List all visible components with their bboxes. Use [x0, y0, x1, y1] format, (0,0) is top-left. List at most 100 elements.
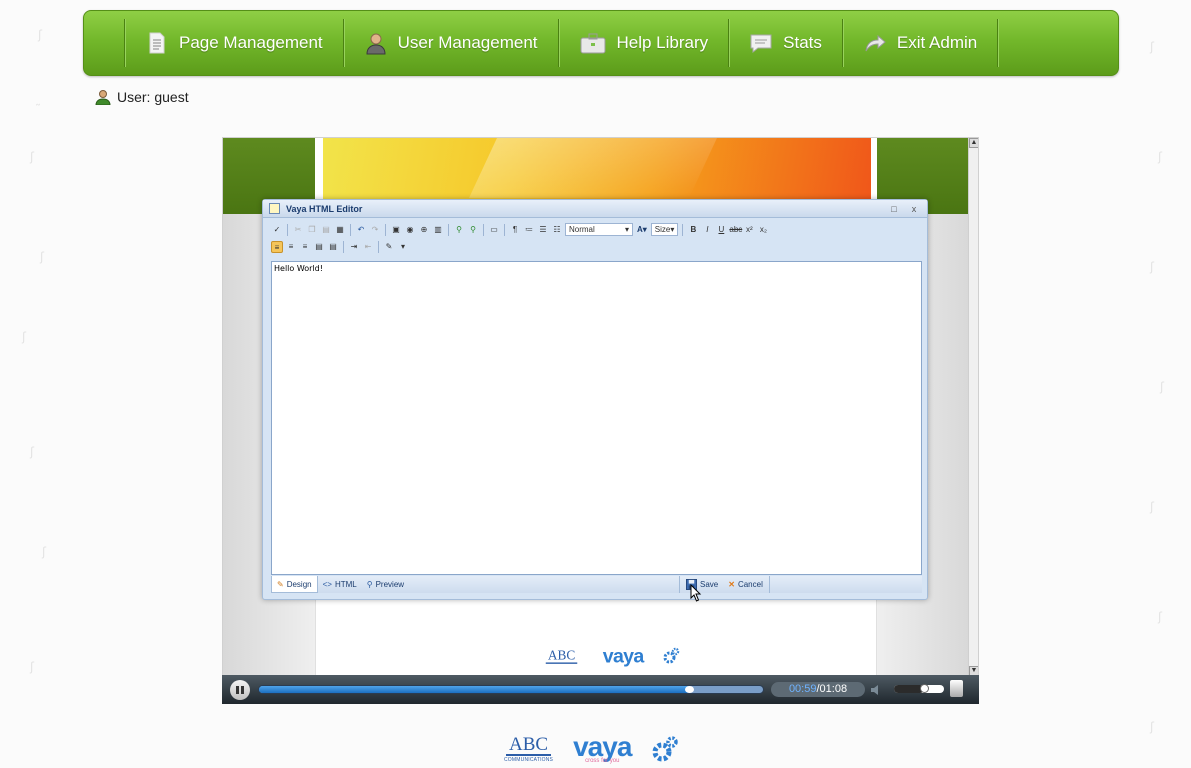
cut-icon[interactable]: ✂: [292, 224, 304, 236]
paste-special-icon[interactable]: ▦: [334, 224, 346, 236]
spellcheck-icon[interactable]: ✓: [271, 224, 283, 236]
maximize-icon[interactable]: □: [887, 204, 901, 214]
bold-icon[interactable]: B: [687, 224, 699, 236]
align-left-icon[interactable]: ≡: [271, 240, 283, 253]
tab-label: Preview: [375, 580, 405, 589]
bullet-list-icon[interactable]: ☰: [537, 224, 549, 236]
nav-help-library[interactable]: Help Library: [559, 11, 729, 75]
user-label: User: guest: [117, 89, 189, 105]
editor-text: Hello World!: [274, 264, 323, 273]
nav-label: Help Library: [616, 33, 709, 52]
abc-logo-text: ABC: [506, 735, 552, 756]
nav-user-management[interactable]: User Management: [344, 11, 558, 75]
vaya-logo-text: vaya: [602, 644, 645, 667]
outdent-icon[interactable]: ⇤: [362, 241, 374, 253]
decor-dot: ʃ: [1150, 40, 1155, 54]
ordered-list-icon[interactable]: ≔: [523, 224, 535, 236]
paragraph-format-select[interactable]: Normal ▾: [565, 223, 633, 236]
indent-icon[interactable]: ⇥: [348, 241, 360, 253]
cancel-button[interactable]: ✕ Cancel: [728, 580, 763, 589]
align-center-icon[interactable]: ≡: [285, 241, 297, 253]
fullscreen-button[interactable]: [950, 680, 963, 697]
subscript-icon[interactable]: x₂: [757, 224, 769, 236]
current-user: User: guest: [95, 89, 189, 105]
chevron-down-icon: ▾: [624, 225, 629, 234]
tab-label: HTML: [334, 580, 357, 589]
toolbar-separator: [483, 223, 484, 236]
toolbar-separator: [448, 223, 449, 236]
video-time: 00:59/01:08: [771, 682, 865, 697]
decor-dot: ʃ: [22, 330, 27, 344]
unlink-icon[interactable]: ⚲: [467, 224, 479, 236]
decor-dot: ʃ: [30, 660, 35, 674]
decor-dot: ʃ: [42, 545, 47, 559]
pencil-icon: ✎: [277, 579, 284, 589]
format-value: Normal: [569, 225, 595, 234]
total-time: 01:08: [819, 683, 848, 695]
italic-icon[interactable]: I: [701, 224, 713, 236]
save-label: Save: [700, 580, 719, 589]
exit-arrow-icon: [865, 34, 886, 52]
align-right-icon[interactable]: ≡: [299, 241, 311, 253]
volume-slider[interactable]: [894, 684, 944, 693]
editor-content-area[interactable]: Hello World!: [271, 261, 922, 575]
vaya-logo: vaya: [602, 644, 645, 667]
nav-page-management[interactable]: Page Management: [125, 11, 343, 75]
seek-progress-fill: [259, 686, 690, 693]
abc-logo-subtext: COMMUNICATIONS: [504, 756, 554, 763]
paragraph-icon[interactable]: ¶: [509, 224, 521, 236]
html-editor-dialog: Vaya HTML Editor □ x ✓ ✂ ❐ ▤ ▦ ↶ ↷ ▣ ◉ ⊕…: [262, 199, 928, 600]
strikethrough-icon[interactable]: abc: [729, 224, 742, 236]
page-icon: [149, 32, 165, 54]
volume-icon[interactable]: [870, 684, 884, 696]
tab-html[interactable]: <> HTML: [318, 576, 362, 593]
seek-handle[interactable]: [685, 686, 695, 693]
video-seek-bar[interactable]: [258, 685, 764, 694]
editor-footer: ✎ Design <> HTML ⚲ Preview Save ✕ Cancel: [271, 576, 922, 593]
paste-icon[interactable]: ▤: [320, 224, 332, 236]
underline-icon[interactable]: U: [715, 224, 727, 236]
toolbar-separator: [287, 223, 288, 236]
undo-icon[interactable]: ↶: [355, 224, 367, 236]
flash-icon[interactable]: ◉: [404, 224, 416, 236]
link-icon[interactable]: ⚲: [453, 224, 465, 236]
decor-dot: ʃ: [1158, 150, 1163, 164]
media-icon[interactable]: ⊕: [418, 224, 430, 236]
video-controls: 00:59/01:08: [222, 675, 979, 704]
tab-design[interactable]: ✎ Design: [271, 576, 318, 593]
toolbar-separator: [504, 223, 505, 236]
nav-stats[interactable]: Stats: [729, 11, 842, 75]
chevron-down-icon: ▾: [670, 225, 675, 234]
vaya-logo-text: vaya: [573, 731, 632, 762]
table-icon[interactable]: ▭: [488, 224, 500, 236]
mouse-cursor-icon: [690, 584, 702, 602]
redo-icon[interactable]: ↷: [369, 224, 381, 236]
toolbar-row: ≡ ≡ ≡ ▤ ▤ ⇥ ⇤ ✎ ▾: [271, 238, 919, 255]
nav-label: Page Management: [179, 33, 323, 52]
justify-full-icon[interactable]: ▤: [327, 241, 339, 253]
image-icon[interactable]: ▣: [390, 224, 402, 236]
font-size-select[interactable]: Size ▾: [650, 223, 679, 236]
superscript-icon[interactable]: x²: [743, 224, 755, 236]
decor-dot: ʃ: [1150, 500, 1155, 514]
footer-logos: ABC COMMUNICATIONS vaya cross for you: [504, 733, 679, 764]
chat-icon: [750, 34, 772, 54]
block-format-icon[interactable]: ☷: [551, 224, 563, 236]
decor-dot: ʃ: [30, 150, 35, 164]
close-icon[interactable]: x: [907, 204, 921, 214]
cancel-x-icon: ✕: [728, 580, 735, 589]
toolbar-row: ✓ ✂ ❐ ▤ ▦ ↶ ↷ ▣ ◉ ⊕ ▥ ⚲ ⚲ ▭ ¶ ≔ ☰ ☷ Norm…: [271, 221, 919, 238]
nav-exit-admin[interactable]: Exit Admin: [843, 11, 997, 75]
pause-button[interactable]: [230, 679, 250, 700]
decor-dot: ʃ: [40, 250, 45, 264]
tab-preview[interactable]: ⚲ Preview: [362, 576, 409, 593]
document-icon[interactable]: ▥: [432, 224, 444, 236]
font-color-icon[interactable]: A▾: [635, 225, 649, 234]
align-justify-icon[interactable]: ▤: [313, 241, 325, 253]
tab-label: Design: [286, 579, 312, 589]
volume-handle[interactable]: [920, 684, 929, 693]
copy-icon[interactable]: ❐: [306, 224, 318, 236]
decor-dot: ʃ: [1150, 720, 1155, 734]
format-brush-icon[interactable]: ✎: [383, 241, 395, 253]
chevron-down-icon[interactable]: ▾: [397, 241, 409, 253]
